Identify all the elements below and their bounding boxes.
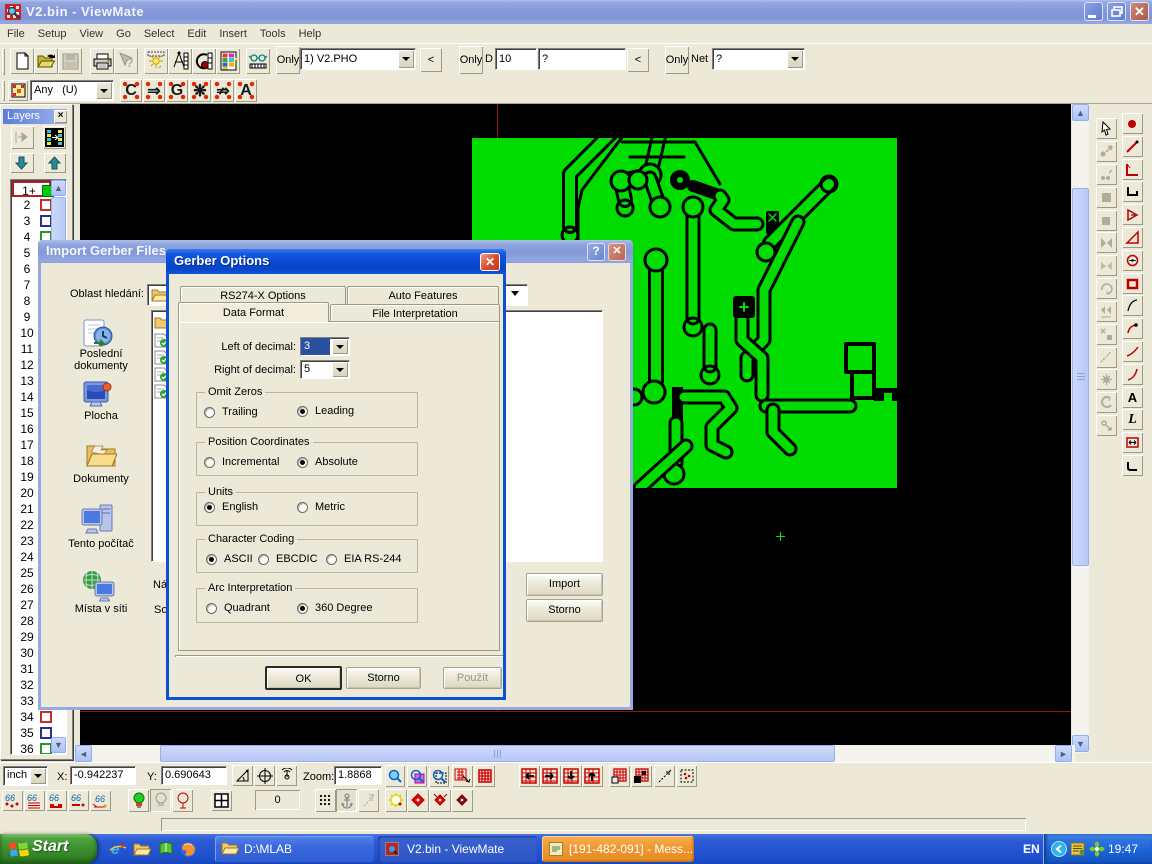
svg-text:66: 66 bbox=[71, 793, 81, 803]
svg-text:e: e bbox=[111, 841, 119, 858]
svg-text:66: 66 bbox=[5, 793, 15, 803]
svg-text:66: 66 bbox=[49, 793, 59, 803]
svg-text:?: ? bbox=[126, 56, 133, 70]
svg-text:66: 66 bbox=[27, 793, 37, 803]
svg-text:66: 66 bbox=[95, 794, 105, 804]
